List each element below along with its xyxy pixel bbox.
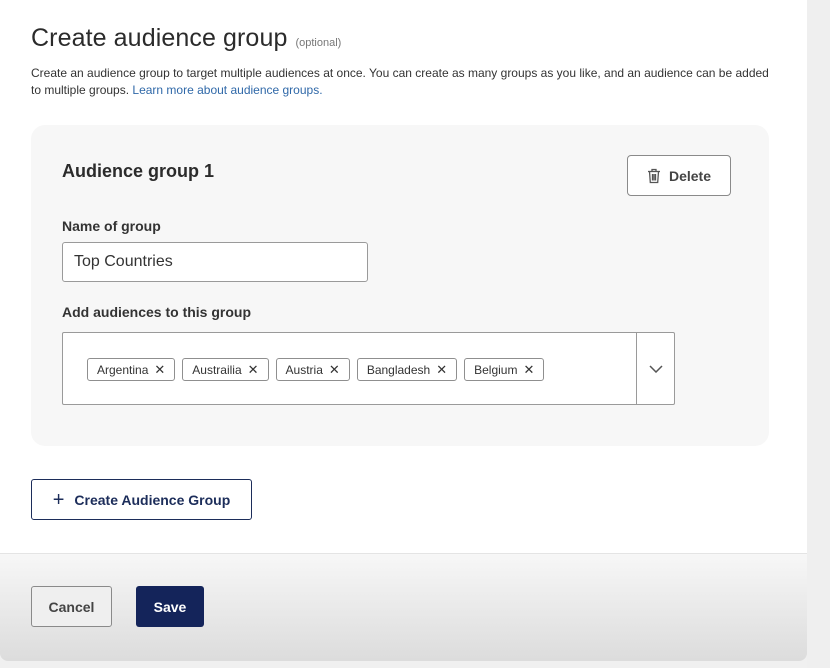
dropdown-toggle[interactable] <box>637 333 675 404</box>
remove-chip-icon[interactable]: ✕ <box>436 362 447 378</box>
audience-chip: Bangladesh ✕ <box>356 358 458 381</box>
chip-label: Austria <box>285 362 323 377</box>
audiences-label: Add audiences to this group <box>62 304 252 320</box>
group-name-label: Name of group <box>62 218 161 234</box>
remove-chip-icon[interactable]: ✕ <box>248 362 259 378</box>
section-description: Create an audience group to target multi… <box>31 65 776 99</box>
cancel-button[interactable]: Cancel <box>31 586 112 627</box>
group-name-input[interactable] <box>62 242 368 282</box>
chip-label: Austrailia <box>192 362 242 377</box>
section-title: Create audience group <box>31 24 288 52</box>
plus-icon: + <box>52 488 65 511</box>
audience-chip-list: Argentina ✕ Austrailia ✕ Austria ✕ Bangl… <box>87 358 545 381</box>
footer-bar <box>0 553 807 661</box>
audience-chip: Argentina ✕ <box>87 358 176 381</box>
chip-label: Bangladesh <box>366 362 431 377</box>
audience-chip: Belgium ✕ <box>464 358 545 381</box>
audience-multiselect[interactable]: Argentina ✕ Austrailia ✕ Austria ✕ Bangl… <box>62 332 675 405</box>
save-button[interactable]: Save <box>136 586 204 627</box>
delete-group-button[interactable]: Delete <box>627 155 731 196</box>
optional-tag: (optional) <box>295 37 342 49</box>
chevron-down-icon <box>649 364 663 373</box>
chip-label: Belgium <box>474 362 518 377</box>
audience-chip: Austria ✕ <box>275 358 350 381</box>
audience-group-title: Audience group 1 <box>62 161 215 181</box>
learn-more-link[interactable]: Learn more about audience groups. <box>132 83 322 97</box>
create-audience-group-button[interactable]: + Create Audience Group <box>31 479 252 520</box>
create-group-label: Create Audience Group <box>74 491 231 508</box>
section-heading: Create audience group (optional) <box>31 24 341 53</box>
page-scroll-gutter <box>807 0 830 668</box>
chip-label: Argentina <box>97 362 149 377</box>
delete-label: Delete <box>668 167 712 184</box>
remove-chip-icon[interactable]: ✕ <box>329 362 340 378</box>
audience-chip: Austrailia ✕ <box>182 358 269 381</box>
remove-chip-icon[interactable]: ✕ <box>154 362 165 378</box>
trash-icon <box>647 168 660 183</box>
remove-chip-icon[interactable]: ✕ <box>523 362 534 378</box>
